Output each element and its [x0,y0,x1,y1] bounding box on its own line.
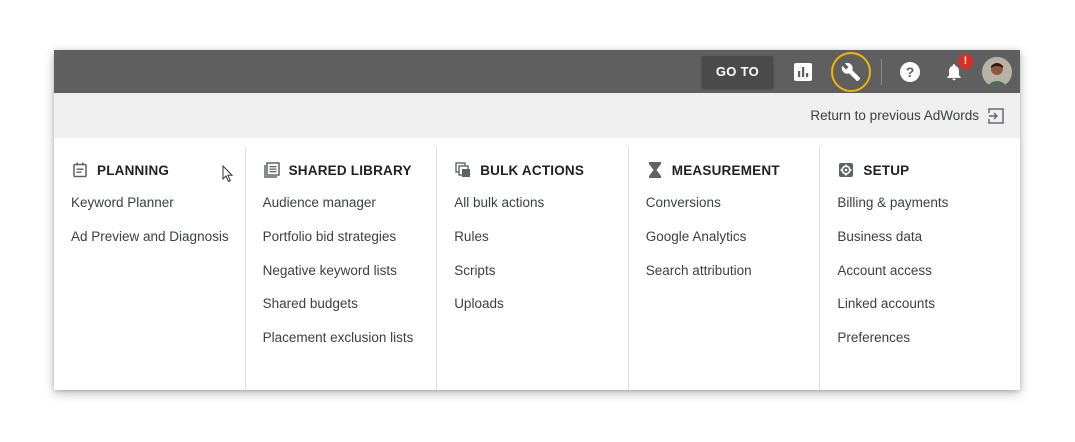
column-header: PLANNING [71,153,245,187]
column-title: PLANNING [97,162,170,178]
column-title: MEASUREMENT [671,162,780,178]
column-header: BULK ACTIONS [454,153,628,187]
reports-icon[interactable] [787,56,819,88]
menu-item-uploads[interactable]: Uploads [454,295,628,329]
column-measurement: MEASUREMENT Conversions Google Analytics… [629,146,821,390]
menu-item-scripts[interactable]: Scripts [454,262,628,296]
menu-item-linked-accounts[interactable]: Linked accounts [837,295,1012,329]
menu-item-placement-exclusion-lists[interactable]: Placement exclusion lists [263,329,437,363]
help-icon[interactable]: ? [894,56,926,88]
menu-item-negative-keyword-lists[interactable]: Negative keyword lists [263,262,437,296]
bulk-actions-icon [454,161,472,179]
top-bar: GO TO ? ! [54,50,1020,93]
avatar[interactable] [982,56,1012,87]
column-planning: PLANNING Keyword Planner Ad Preview and … [54,146,246,390]
menu-item-audience-manager[interactable]: Audience manager [263,194,437,228]
notification-badge: ! [958,53,973,69]
return-link-label: Return to previous AdWords [810,108,979,123]
menu-item-google-analytics[interactable]: Google Analytics [646,228,820,262]
menu-item-rules[interactable]: Rules [454,228,628,262]
column-title: BULK ACTIONS [480,162,585,178]
column-shared-library: SHARED LIBRARY Audience manager Portfoli… [246,146,438,390]
column-setup: SETUP Billing & payments Business data A… [820,146,1012,390]
menu-item-keyword-planner[interactable]: Keyword Planner [71,194,245,228]
menu-item-search-attribution[interactable]: Search attribution [646,262,820,296]
exit-icon [988,107,1004,124]
mouse-cursor-icon [222,164,234,188]
menu-item-portfolio-bid-strategies[interactable]: Portfolio bid strategies [263,228,437,262]
menu-item-all-bulk-actions[interactable]: All bulk actions [454,194,628,228]
menu-item-ad-preview[interactable]: Ad Preview and Diagnosis [71,228,245,262]
menu-item-preferences[interactable]: Preferences [837,329,1012,363]
toolbar-divider [881,58,882,85]
return-to-previous-adwords-link[interactable]: Return to previous AdWords [54,93,1020,138]
planning-icon [71,161,89,179]
menu-item-billing-payments[interactable]: Billing & payments [837,194,1012,228]
bell-icon[interactable]: ! [938,53,973,88]
menu-item-conversions[interactable]: Conversions [646,194,820,228]
column-title: SHARED LIBRARY [288,162,412,178]
column-header: SHARED LIBRARY [263,153,437,187]
menu-item-account-access[interactable]: Account access [837,262,1012,296]
menu-item-shared-budgets[interactable]: Shared budgets [263,295,437,329]
hourglass-icon [646,161,664,179]
column-bulk-actions: BULK ACTIONS All bulk actions Rules Scri… [437,146,629,390]
svg-text:?: ? [906,64,915,80]
column-title: SETUP [863,162,910,178]
column-header: SETUP [837,153,1012,187]
menu-item-business-data[interactable]: Business data [837,228,1012,262]
goto-button[interactable]: GO TO [701,55,773,88]
column-header: MEASUREMENT [646,153,820,187]
tools-menu-panel: GO TO ? ! Return to previous AdWords PLA… [54,50,1020,390]
settings-icon [837,161,855,179]
wrench-icon[interactable] [831,51,871,92]
library-icon [263,161,281,179]
menu-columns: PLANNING Keyword Planner Ad Preview and … [54,138,1020,390]
